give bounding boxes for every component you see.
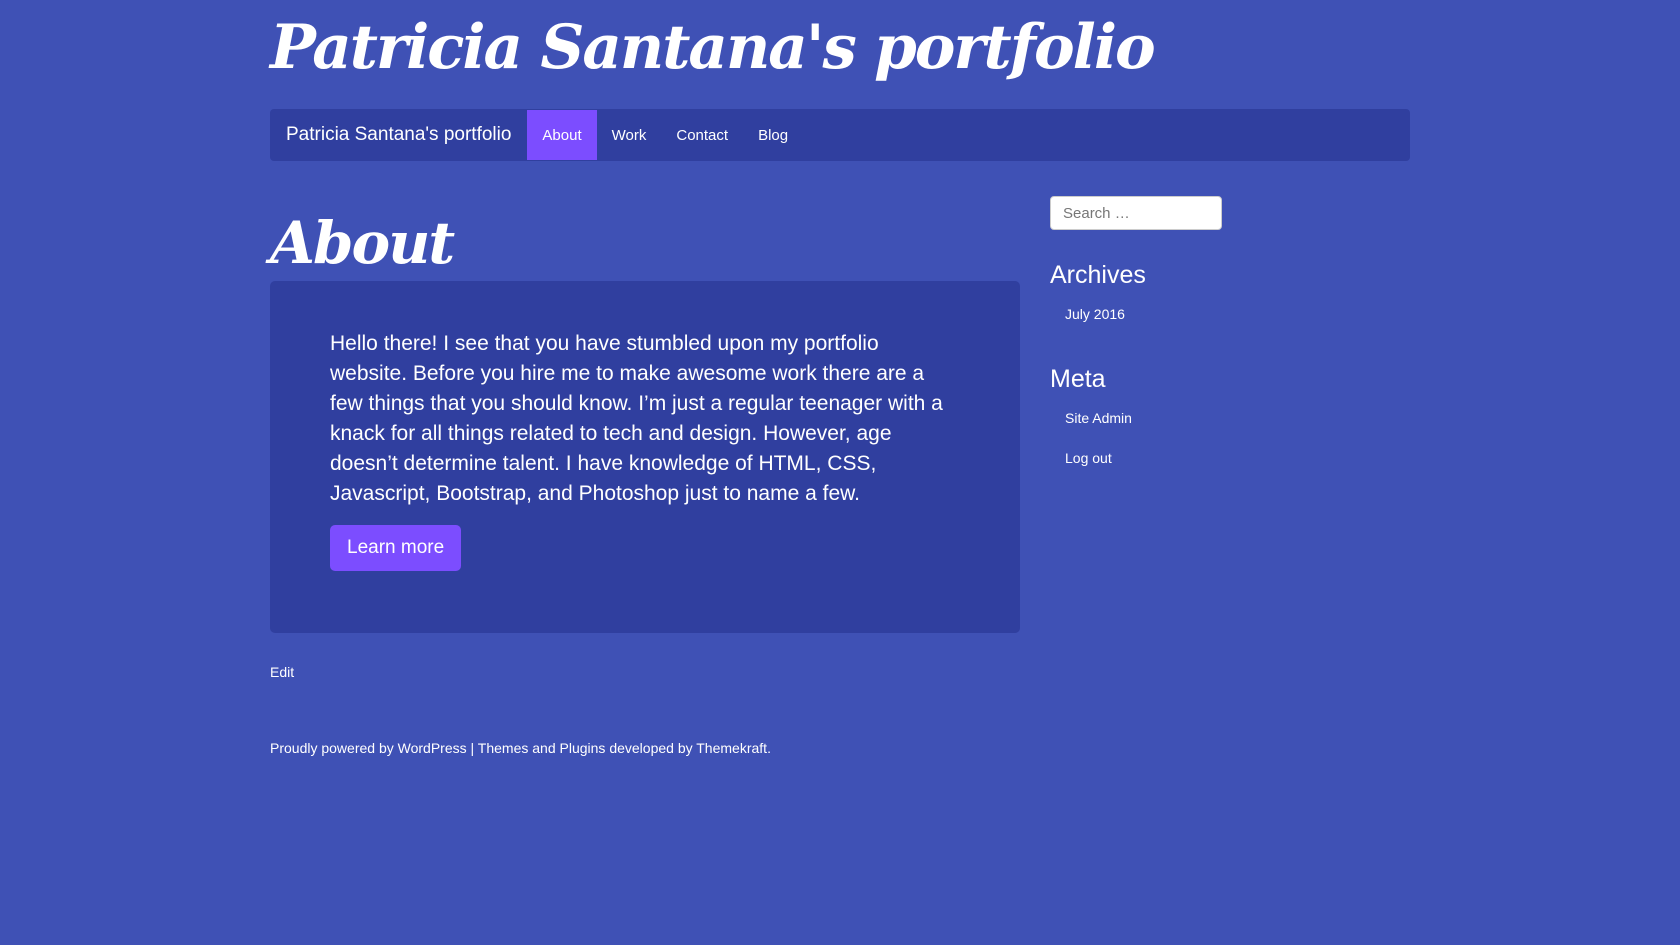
footer-themes-text: Themes and Plugins developed by — [477, 740, 697, 756]
archives-list: July 2016 — [1050, 304, 1146, 324]
intro-text: Hello there! I see that you have stumble… — [330, 332, 943, 505]
footer-powered-text: Proudly powered by — [270, 740, 398, 756]
meta-title: Meta — [1050, 365, 1106, 393]
nav-item-contact[interactable]: Contact — [661, 109, 743, 161]
log-out-link[interactable]: Log out — [1065, 450, 1112, 466]
intro-panel: Hello there! I see that you have stumble… — [270, 281, 1020, 633]
search-input[interactable] — [1050, 196, 1222, 230]
main-navbar: Patricia Santana's portfolio About Work … — [270, 109, 1410, 161]
learn-more-button[interactable]: Learn more — [330, 525, 462, 571]
archive-link-july-2016[interactable]: July 2016 — [1065, 306, 1125, 322]
list-item: Site Admin — [1050, 408, 1132, 428]
footer-separator: | — [466, 740, 478, 756]
sidebar: Archives July 2016 Meta Site Admin Log o… — [1050, 196, 1410, 466]
nav-item-blog[interactable]: Blog — [743, 109, 803, 161]
page-title: About — [270, 209, 455, 277]
nav-item-work[interactable]: Work — [597, 109, 662, 161]
meta-list: Site Admin Log out — [1050, 408, 1132, 468]
site-footer: Proudly powered by WordPress | Themes an… — [270, 740, 771, 756]
navbar-brand[interactable]: Patricia Santana's portfolio — [270, 109, 527, 161]
edit-link[interactable]: Edit — [270, 664, 294, 680]
list-item: July 2016 — [1050, 304, 1146, 324]
archives-title: Archives — [1050, 261, 1146, 289]
footer-wordpress-link[interactable]: WordPress — [398, 740, 467, 756]
site-admin-link[interactable]: Site Admin — [1065, 410, 1132, 426]
list-item: Log out — [1050, 448, 1132, 468]
nav-item-about[interactable]: About — [527, 110, 597, 160]
archives-widget: Archives July 2016 — [1050, 260, 1146, 324]
footer-themekraft-link[interactable]: Themekraft — [696, 740, 767, 756]
meta-widget: Meta Site Admin Log out — [1050, 364, 1132, 468]
site-title[interactable]: Patricia Santana's portfolio — [270, 6, 1156, 90]
footer-period: . — [767, 740, 771, 756]
